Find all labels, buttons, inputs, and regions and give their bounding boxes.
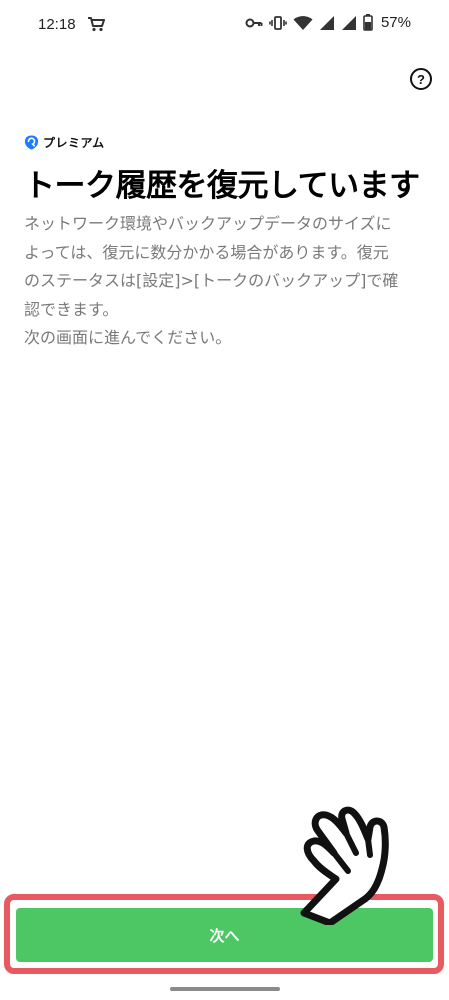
- battery-percentage: 57%: [380, 14, 411, 31]
- help-button[interactable]: ?: [410, 68, 432, 90]
- description: ネットワーク環境やバックアップデータのサイズに よっては、復元に数分かかる場合が…: [24, 210, 424, 353]
- signal-icon-2: [341, 15, 356, 30]
- status-bar: 12:18 57%: [0, 0, 449, 50]
- description-line: よっては、復元に数分かかる場合があります。復元: [24, 242, 389, 262]
- description-line: 認できます。: [24, 299, 119, 319]
- premium-badge: プレミアム: [24, 134, 105, 151]
- next-button-label: 次へ: [209, 926, 240, 945]
- description-line: のステータスは[設定]>[トークのバックアップ]で確: [24, 271, 399, 290]
- page-title: トーク履歴を復元しています: [24, 168, 420, 204]
- key-icon: [245, 18, 263, 27]
- shopping-cart-icon: [88, 17, 105, 32]
- navigation-handle[interactable]: [170, 987, 280, 991]
- wifi-icon: [293, 15, 313, 30]
- pointing-hand-icon: [300, 806, 389, 925]
- description-line: 次の画面に進んでください。: [24, 328, 232, 347]
- status-time: 12:18: [38, 16, 76, 33]
- help-icon: ?: [417, 71, 425, 87]
- premium-shield-icon: [24, 135, 39, 150]
- premium-label: プレミアム: [43, 136, 105, 150]
- description-line: ネットワーク環境やバックアップデータのサイズに: [24, 214, 392, 233]
- battery-icon: [363, 14, 373, 31]
- vibrate-icon: [269, 15, 287, 30]
- signal-icon: [319, 15, 334, 30]
- status-icons: 57%: [245, 14, 411, 31]
